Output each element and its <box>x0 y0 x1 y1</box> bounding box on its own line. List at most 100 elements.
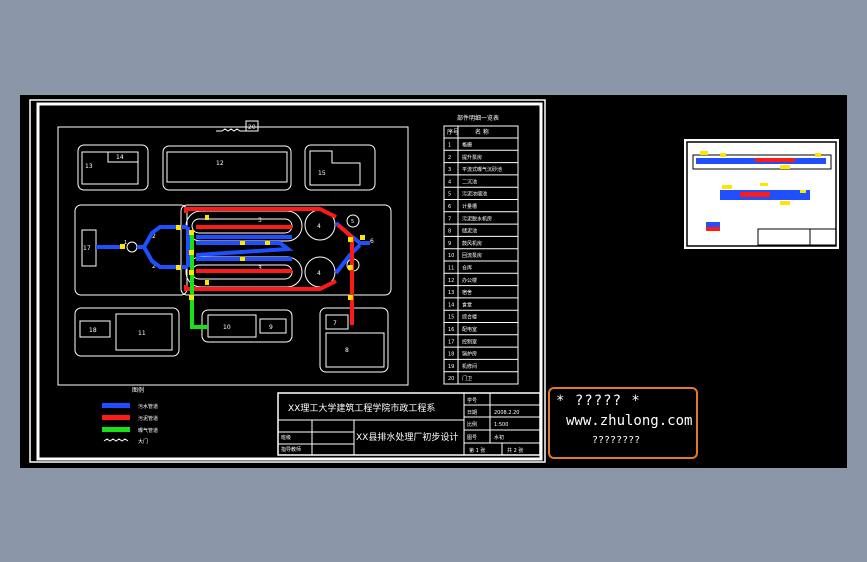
component-no: 12 <box>448 278 454 284</box>
tank-3-upper-label: 3 <box>258 217 262 224</box>
title-block-project: XX县排水处理厂初步设计 <box>356 431 458 443</box>
component-name: 污泥浓缩池 <box>462 191 487 198</box>
legend-title: 图例 <box>132 386 144 394</box>
title-block-advisor-label: 指导教师 <box>281 446 301 453</box>
component-no: 15 <box>448 315 454 321</box>
legend-label-gate: 大门 <box>138 438 148 445</box>
component-name: 计量槽 <box>462 203 477 210</box>
component-name: 机修间 <box>462 363 477 370</box>
title-block-sheet: 第 1 张 <box>469 447 485 454</box>
building-8-label: 8 <box>345 347 349 354</box>
legend-label-sewage: 污水管道 <box>138 403 158 410</box>
component-name: 宿舍 <box>462 289 472 296</box>
component-no: 6 <box>448 204 451 210</box>
thumbnail-sludge-line <box>755 158 795 162</box>
component-name: 综合楼 <box>462 314 477 321</box>
building-15-label: 15 <box>318 170 326 177</box>
component-table: 部件明细一览表 序号 名 称 1 格栅 2 提升泵房 3 平流式曝气沉砂池 4 二沉池 5 污泥浓… <box>443 114 519 385</box>
building-9-label: 9 <box>269 324 273 331</box>
legend-label-sludge: 污泥管道 <box>138 415 158 422</box>
zone-inlet <box>74 204 188 296</box>
building-7 <box>325 314 349 330</box>
title-block-total: 共 2 张 <box>507 447 523 454</box>
site-boundary <box>57 126 409 386</box>
building-13-label: 13 <box>85 163 93 170</box>
legend-swatch-aeration <box>102 427 130 432</box>
title-block-class-label: 班级 <box>281 434 291 441</box>
building-20-label: 20 <box>248 124 256 131</box>
component-no: 3 <box>448 167 451 173</box>
title-block-scale-label: 比例 <box>467 421 477 428</box>
component-table-title: 部件明细一览表 <box>457 114 499 122</box>
component-name: 储泥池 <box>462 228 477 235</box>
building-9 <box>259 318 287 334</box>
title-block-drawing-no-label: 图号 <box>467 435 477 441</box>
building-12 <box>166 151 288 183</box>
building-7-label: 7 <box>333 320 337 327</box>
component-name: 锅炉房 <box>462 351 477 358</box>
component-no: 10 <box>448 253 454 259</box>
component-name: 回流泵房 <box>462 252 482 259</box>
title-block-drawing-no-value: 水初 <box>494 434 504 441</box>
title-block-scale-value: 1:500 <box>494 422 508 428</box>
zone-15 <box>304 144 376 191</box>
meter-6-label: 6 <box>370 238 374 245</box>
component-name: 配电室 <box>462 326 477 333</box>
legend-swatch-sludge <box>102 415 130 420</box>
component-no: 13 <box>448 290 454 296</box>
watermark-line-1: * ????? * <box>556 393 641 409</box>
component-no: 8 <box>448 229 451 235</box>
component-name: 鼓风机房 <box>462 240 482 247</box>
gate-symbol <box>216 128 248 132</box>
component-no: 18 <box>448 352 454 358</box>
drawing-canvas: 20 13 14 12 15 17 3 3 4 4 5 5 6 <box>20 95 847 468</box>
component-no: 14 <box>448 302 454 308</box>
title-block-student-no-label: 学号 <box>467 397 477 404</box>
component-no: 7 <box>448 216 451 222</box>
title-block: XX理工大学建筑工程学院市政工程系 XX县排水处理厂初步设计 班级 指导教师 学… <box>277 392 541 456</box>
component-name: 平流式曝气沉砂池 <box>462 166 502 173</box>
component-no: 19 <box>448 364 454 370</box>
component-no: 20 <box>448 376 454 382</box>
watermark-url: www.zhulong.com <box>566 413 693 429</box>
component-no: 9 <box>448 241 451 247</box>
component-no: 1 <box>448 143 451 149</box>
legend-label-aeration: 曝气管道 <box>138 427 158 434</box>
legend-swatch-gate <box>103 438 129 442</box>
title-block-school: XX理工大学建筑工程学院市政工程系 <box>288 402 435 414</box>
zone-12 <box>162 145 292 191</box>
component-name: 提升泵房 <box>462 154 482 161</box>
grit-chamber-1 <box>126 241 138 253</box>
thumbnail-lower-sludge <box>740 192 770 197</box>
clarifier-4-lower-label: 4 <box>317 270 321 277</box>
component-name: 污泥脱水机房 <box>462 215 492 222</box>
component-table-header-name: 名 称 <box>475 128 489 136</box>
building-8 <box>325 332 385 368</box>
watermark-box: * ????? * www.zhulong.com ???????? <box>548 387 698 459</box>
component-name: 仓库 <box>462 265 472 272</box>
clarifier-4-upper-label: 4 <box>317 223 321 230</box>
legend: 污水管道 污泥管道 曝气管道 大门 <box>102 403 158 445</box>
thickener-5-upper-label: 5 <box>351 219 354 225</box>
component-name: 食堂 <box>462 301 472 308</box>
watermark-line-3: ???????? <box>592 435 641 446</box>
building-14-label: 14 <box>116 154 124 161</box>
building-15 <box>309 150 361 186</box>
building-12-label: 12 <box>216 160 224 167</box>
component-no: 11 <box>448 266 454 272</box>
legend-swatch-sewage <box>102 403 130 408</box>
building-10-label: 10 <box>223 324 231 331</box>
component-no: 5 <box>448 192 451 198</box>
component-name: 控制室 <box>462 338 477 345</box>
building-11-label: 11 <box>138 330 146 337</box>
component-name: 门卫 <box>462 375 472 382</box>
component-no: 2 <box>448 155 451 161</box>
title-block-date-label: 日期 <box>467 410 477 416</box>
title-block-date-value: 2008.2.20 <box>494 410 519 416</box>
building-17-label: 17 <box>83 245 91 252</box>
building-10 <box>207 314 257 338</box>
thumbnail-legend-red <box>706 227 720 231</box>
component-no: 4 <box>448 179 451 185</box>
component-name: 格栅 <box>462 142 472 149</box>
building-18-label: 18 <box>89 327 97 334</box>
